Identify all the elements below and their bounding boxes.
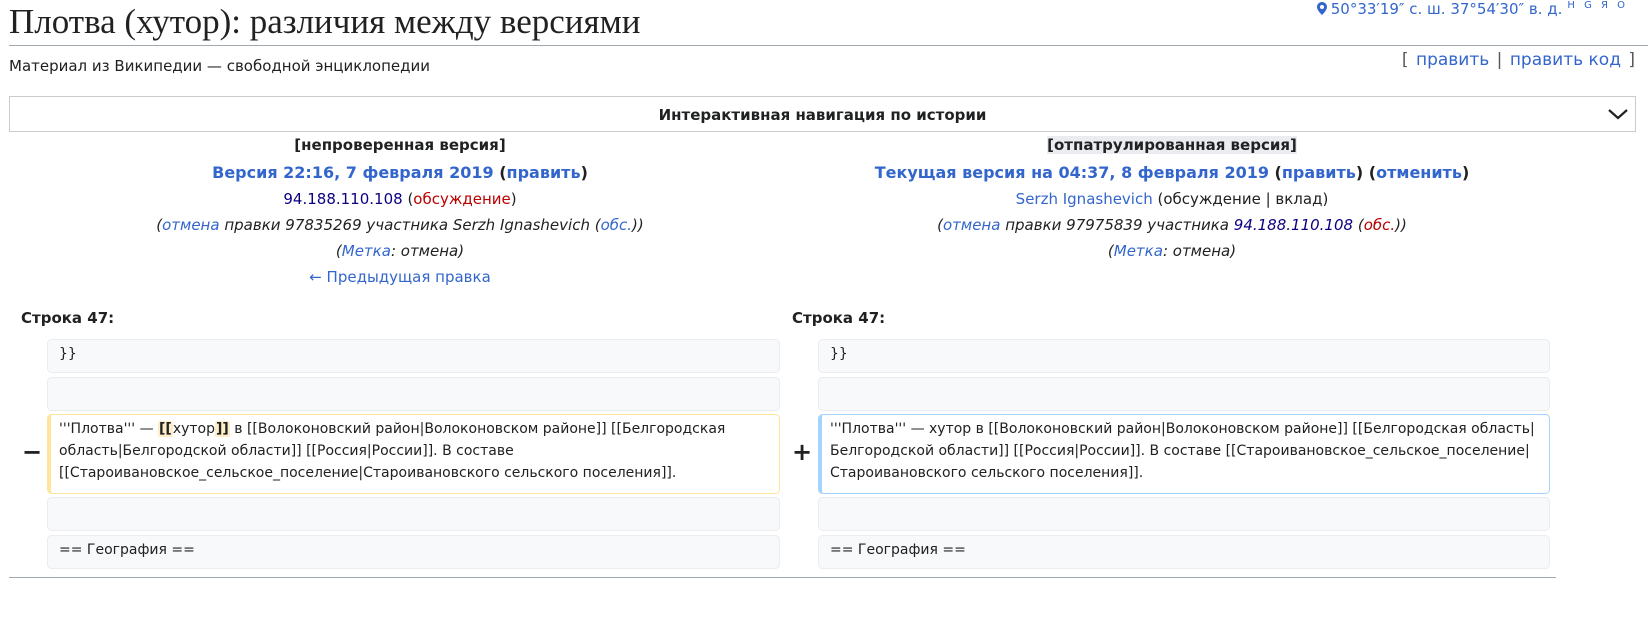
new-revision-tag: (Метка: отмена) bbox=[1107, 242, 1237, 260]
old-revision-summary: (отмена правки 97835269 участника Serzh … bbox=[156, 216, 644, 234]
page-title: Плотва (хутор): различия между версиями bbox=[9, 2, 641, 41]
map-pin-icon[interactable] bbox=[1316, 2, 1327, 15]
new-context-line: }} bbox=[818, 339, 1550, 373]
added-line: '''Плотва''' — хутор в [[Волоконовский р… bbox=[818, 414, 1550, 494]
edit-code-link[interactable]: править код bbox=[1510, 50, 1621, 70]
old-revision-tag: (Метка: отмена) bbox=[335, 242, 465, 260]
bracket-close: ] bbox=[1628, 50, 1635, 70]
coordinates: 50°33′19″ с. ш. 37°54′30″ в. д. H G Я O bbox=[1316, 0, 1628, 18]
old-summary-talk-link[interactable]: обс. bbox=[601, 216, 632, 234]
edit-separator: | bbox=[1496, 50, 1503, 70]
new-tag-link[interactable]: Метка bbox=[1114, 242, 1163, 260]
new-revision-edit-link[interactable]: править bbox=[1282, 163, 1356, 182]
old-summary-undo-link[interactable]: отмена bbox=[162, 216, 219, 234]
removed-text-highlight: ]] bbox=[215, 421, 230, 437]
new-revision-undo-link[interactable]: отменить bbox=[1376, 163, 1462, 182]
new-empty-line bbox=[818, 497, 1550, 531]
new-context-line: == География == bbox=[818, 535, 1550, 569]
old-line-number: Строка 47: bbox=[21, 309, 115, 327]
previous-edit-line: ← Предыдущая правка bbox=[10, 264, 790, 290]
added-line-marker: + bbox=[792, 438, 813, 466]
map-service-links[interactable]: H G Я O bbox=[1567, 0, 1628, 11]
new-revision-title: Текущая версия на 04:37, 8 февраля 2019 … bbox=[874, 163, 1470, 182]
edit-links: [ править | править код ] bbox=[1402, 50, 1635, 70]
old-context-line: == География == bbox=[47, 535, 780, 569]
old-revision-user[interactable]: 94.188.110.108 bbox=[283, 190, 402, 208]
old-context-line: }} bbox=[47, 339, 780, 373]
new-summary-user-link[interactable]: 94.188.110.108 bbox=[1234, 216, 1353, 234]
history-navigation-title: Интерактивная навигация по истории bbox=[658, 106, 987, 124]
new-summary-talk-link[interactable]: обс. bbox=[1364, 216, 1395, 234]
old-tag-link[interactable]: Метка bbox=[342, 242, 391, 260]
removed-line: '''Плотва''' — [[хутор]] в [[Волоконовск… bbox=[47, 414, 780, 494]
new-summary-undo-link[interactable]: отмена bbox=[943, 216, 1000, 234]
new-revision-link[interactable]: Текущая версия на 04:37, 8 февраля 2019 bbox=[875, 163, 1269, 182]
edit-link[interactable]: править bbox=[1416, 50, 1489, 70]
previous-edit-link[interactable]: ← Предыдущая правка bbox=[309, 268, 491, 286]
history-navigation-box[interactable]: Интерактивная навигация по истории bbox=[9, 96, 1636, 132]
old-revision-link[interactable]: Версия 22:16, 7 февраля 2019 bbox=[212, 163, 494, 182]
old-empty-line bbox=[47, 497, 780, 531]
removed-text-highlight: [[ bbox=[158, 421, 173, 437]
old-revision-header: [непроверенная версия] Версия 22:16, 7 ф… bbox=[10, 134, 790, 290]
new-line-number: Строка 47: bbox=[792, 309, 886, 327]
new-revision-summary: (отмена правки 97975839 участника 94.188… bbox=[937, 216, 1407, 234]
new-revision-user[interactable]: Serzh Ignashevich bbox=[1016, 190, 1153, 208]
old-revision-title: Версия 22:16, 7 февраля 2019 (править) bbox=[212, 163, 588, 182]
old-revision-user-line: 94.188.110.108 (обсуждение) bbox=[283, 190, 517, 208]
coordinates-link[interactable]: 50°33′19″ с. ш. 37°54′30″ в. д. bbox=[1331, 0, 1563, 18]
bracket-open: [ bbox=[1401, 50, 1409, 70]
old-revision-edit-link[interactable]: править bbox=[507, 163, 581, 182]
new-revision-contrib-link[interactable]: вклад bbox=[1275, 190, 1322, 208]
new-revision-talk-link[interactable]: обсуждение bbox=[1163, 190, 1260, 208]
chevron-down-icon[interactable] bbox=[1607, 105, 1629, 123]
old-revision-talk-link[interactable]: обсуждение bbox=[413, 190, 510, 208]
old-revision-state: [непроверенная версия] bbox=[294, 136, 506, 154]
removed-line-marker: − bbox=[22, 438, 43, 466]
content-divider bbox=[9, 577, 1556, 578]
site-tagline: Материал из Википедии — свободной энцикл… bbox=[9, 57, 430, 75]
new-revision-user-line: Serzh Ignashevich (обсуждение | вклад) bbox=[1015, 190, 1329, 208]
old-empty-line bbox=[47, 377, 780, 411]
new-revision-header: [отпатрулированная версия] Текущая верси… bbox=[782, 134, 1562, 264]
title-divider bbox=[9, 45, 1648, 46]
new-empty-line bbox=[818, 377, 1550, 411]
new-revision-state: [отпатрулированная версия] bbox=[1047, 136, 1297, 154]
